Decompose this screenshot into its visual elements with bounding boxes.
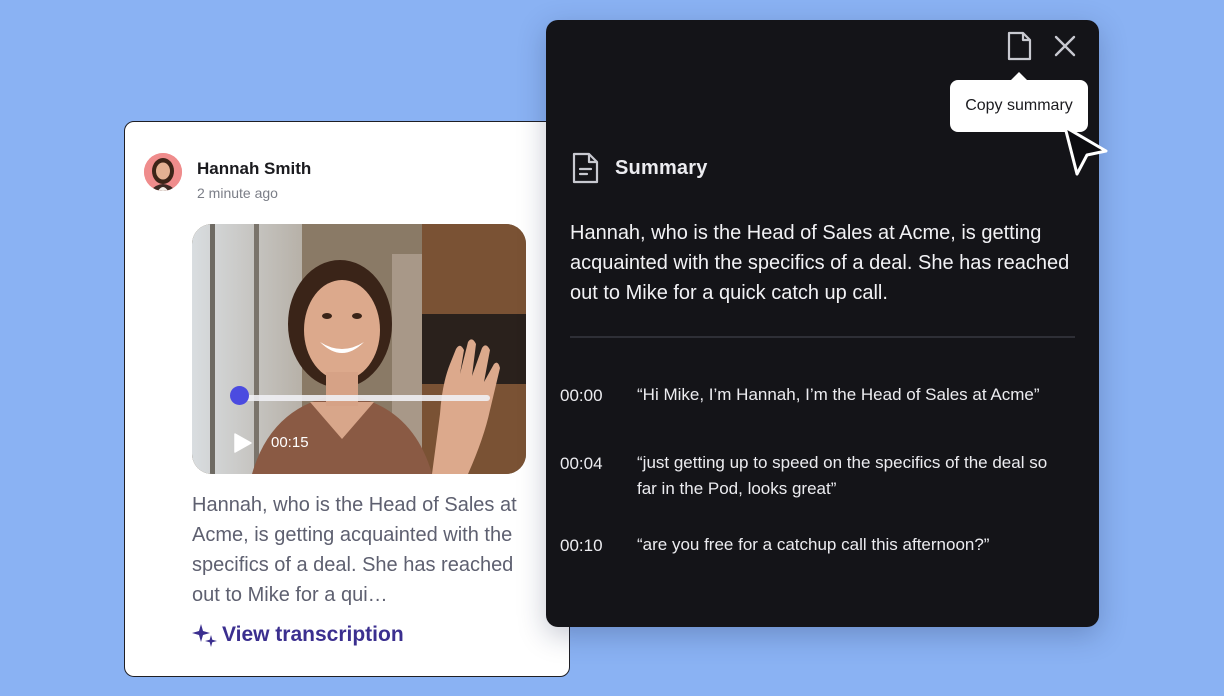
- document-copy-icon: [1007, 31, 1032, 61]
- summary-title: Summary: [615, 157, 708, 179]
- close-button[interactable]: [1051, 32, 1079, 60]
- summary-document-icon: [570, 151, 600, 185]
- summary-text: Hannah, who is the Head of Sales at Acme…: [570, 222, 1070, 304]
- summary-panel: Copy summary Summary Hannah, who is the …: [546, 20, 1099, 627]
- transcript-time: 00:10: [560, 536, 603, 555]
- transcript-row: 00:00 “Hi Mike, I’m Hannah, I’m the Head…: [560, 385, 1067, 408]
- transcript-row: 00:04 “just getting up to speed on the s…: [560, 453, 1067, 502]
- video-player[interactable]: 00:15: [192, 224, 526, 474]
- transcript-text: “are you free for a catchup call this af…: [637, 535, 990, 554]
- view-transcription-link[interactable]: View transcription: [192, 622, 404, 648]
- video-time: 00:15: [271, 434, 309, 451]
- view-transcription-label: View transcription: [222, 623, 404, 646]
- play-button[interactable]: [230, 431, 254, 455]
- video-progress-track[interactable]: [238, 395, 490, 401]
- message-preview-text: Hannah, who is the Head of Sales at Acme…: [192, 494, 517, 606]
- close-icon: [1054, 35, 1076, 57]
- transcript-text: “just getting up to speed on the specifi…: [637, 453, 1048, 498]
- message-timestamp: 2 minute ago: [197, 185, 278, 201]
- video-progress-handle[interactable]: [230, 386, 249, 405]
- transcript-text: “Hi Mike, I’m Hannah, I’m the Head of Sa…: [637, 385, 1040, 404]
- author-name: Hannah Smith: [197, 159, 312, 178]
- mouse-pointer-icon: [1063, 125, 1108, 176]
- message-card: Hannah Smith 2 minute ago 00:15 Hannah, …: [124, 121, 570, 677]
- play-icon: [234, 433, 252, 453]
- transcript-time: 00:00: [560, 386, 603, 405]
- transcript-row: 00:10 “are you free for a catchup call t…: [560, 535, 1067, 558]
- copy-summary-button[interactable]: [1004, 30, 1034, 62]
- summary-divider: [570, 336, 1075, 338]
- sparkle-icon: [192, 624, 217, 647]
- avatar[interactable]: [144, 153, 182, 191]
- transcript-time: 00:04: [560, 454, 603, 473]
